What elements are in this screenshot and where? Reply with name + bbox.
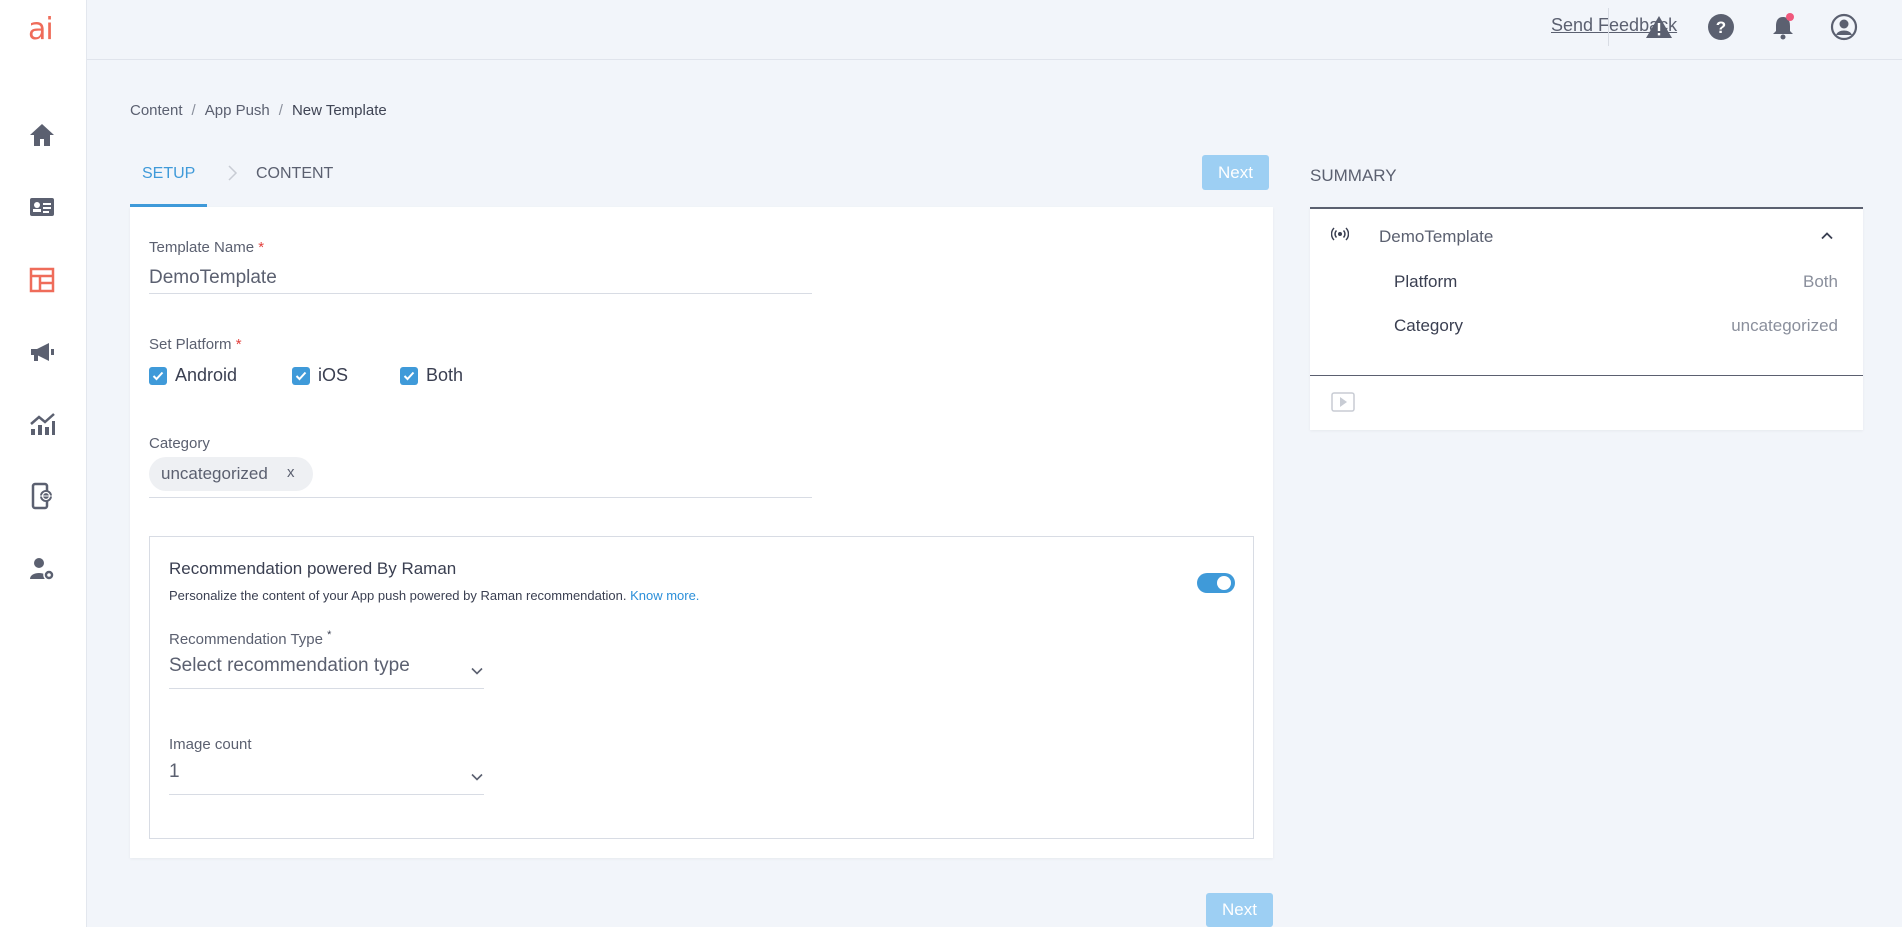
help-icon[interactable]: ? [1707, 13, 1735, 41]
warning-icon[interactable] [1645, 13, 1673, 41]
checkbox-checked-icon[interactable] [292, 366, 310, 385]
platform-checkbox-ios[interactable]: iOS [292, 365, 348, 386]
required-mark: * [258, 239, 265, 256]
tab-content[interactable]: CONTENT [256, 165, 333, 183]
breadcrumb-separator: / [278, 102, 283, 119]
know-more-link[interactable]: Know more. [630, 588, 699, 603]
image-count-value: 1 [169, 761, 180, 782]
breadcrumb-item-current: New Template [291, 102, 387, 119]
next-button-bottom[interactable]: Next [1206, 893, 1273, 927]
template-icon[interactable] [28, 266, 56, 294]
breadcrumb-item-content[interactable]: Content [130, 102, 183, 119]
recommendation-description-text: Personalize the content of your App push… [169, 588, 627, 603]
required-mark: * [327, 629, 332, 641]
setup-form-card: Template Name * Set Platform * Android i… [130, 207, 1273, 858]
template-name-label-text: Template Name [149, 239, 255, 256]
sidebar: ai [0, 0, 87, 927]
summary-platform-value: Both [1803, 272, 1838, 291]
user-settings-icon[interactable] [28, 555, 56, 583]
breadcrumb-separator: / [191, 102, 196, 119]
recommendation-type-label: Recommendation Type * [169, 629, 331, 648]
step-tabs: SETUP CONTENT Next [130, 155, 1273, 207]
summary-category-label: Category [1394, 316, 1463, 335]
summary-category-value: uncategorized [1731, 316, 1838, 335]
top-divider [1608, 8, 1609, 46]
platform-label-android: Android [175, 365, 238, 385]
breadcrumb: Content / App Push / New Template [130, 102, 387, 119]
chip-remove-button[interactable]: x [287, 464, 295, 481]
svg-text:?: ? [1716, 18, 1726, 37]
summary-title: SUMMARY [1310, 166, 1397, 185]
play-preview-icon[interactable] [1331, 392, 1355, 417]
bell-icon[interactable] [1769, 13, 1797, 41]
template-name-label: Template Name * [149, 239, 264, 256]
next-button-top[interactable]: Next [1202, 155, 1269, 190]
category-chip-label: uncategorized [161, 464, 268, 483]
toggle-knob [1217, 576, 1231, 590]
category-chip: uncategorized x [149, 457, 313, 491]
summary-platform-label: Platform [1394, 272, 1458, 291]
summary-template-name: DemoTemplate [1379, 227, 1494, 246]
platform-checkbox-both[interactable]: Both [400, 365, 463, 386]
summary-divider [1310, 375, 1863, 376]
top-bar: Send Feedback ? [87, 0, 1902, 60]
contact-card-icon[interactable] [28, 193, 56, 221]
megaphone-icon[interactable] [28, 338, 56, 366]
mobile-web-icon[interactable] [28, 482, 56, 510]
analytics-icon[interactable] [28, 410, 56, 438]
required-mark: * [235, 336, 242, 353]
broadcast-icon [1330, 225, 1350, 248]
user-icon[interactable] [1830, 13, 1858, 41]
platform-label-text: Set Platform [149, 336, 232, 353]
category-input-line[interactable] [149, 497, 812, 498]
recommendation-type-select[interactable]: Select recommendation type [169, 655, 484, 689]
recommendation-section: Recommendation powered By Raman Personal… [149, 536, 1254, 839]
template-name-input[interactable] [149, 262, 812, 294]
tab-setup[interactable]: SETUP [130, 155, 207, 207]
category-label: Category [149, 435, 210, 452]
chevron-down-icon [470, 662, 484, 684]
recommendation-type-placeholder: Select recommendation type [169, 655, 410, 676]
platform-checkbox-android[interactable]: Android [149, 365, 237, 386]
home-icon[interactable] [28, 121, 56, 149]
chevron-down-icon [470, 768, 484, 790]
image-count-label: Image count [169, 736, 252, 753]
checkbox-checked-icon[interactable] [400, 366, 418, 385]
recommendation-title: Recommendation powered By Raman [169, 559, 457, 578]
checkbox-checked-icon[interactable] [149, 366, 167, 385]
breadcrumb-item-app-push[interactable]: App Push [205, 102, 270, 119]
platform-label-both: Both [426, 365, 464, 385]
image-count-select[interactable]: 1 [169, 761, 484, 795]
recommendation-type-label-text: Recommendation Type [169, 631, 323, 648]
chevron-right-icon [222, 163, 242, 183]
recommendation-description: Personalize the content of your App push… [169, 588, 699, 603]
recommendation-toggle[interactable] [1197, 573, 1235, 593]
chevron-up-icon[interactable] [1820, 229, 1834, 248]
app-logo[interactable]: ai [28, 12, 58, 47]
platform-label-ios: iOS [318, 365, 349, 385]
platform-label: Set Platform * [149, 336, 242, 353]
summary-card: DemoTemplate Platform Both Category unca… [1310, 207, 1863, 430]
